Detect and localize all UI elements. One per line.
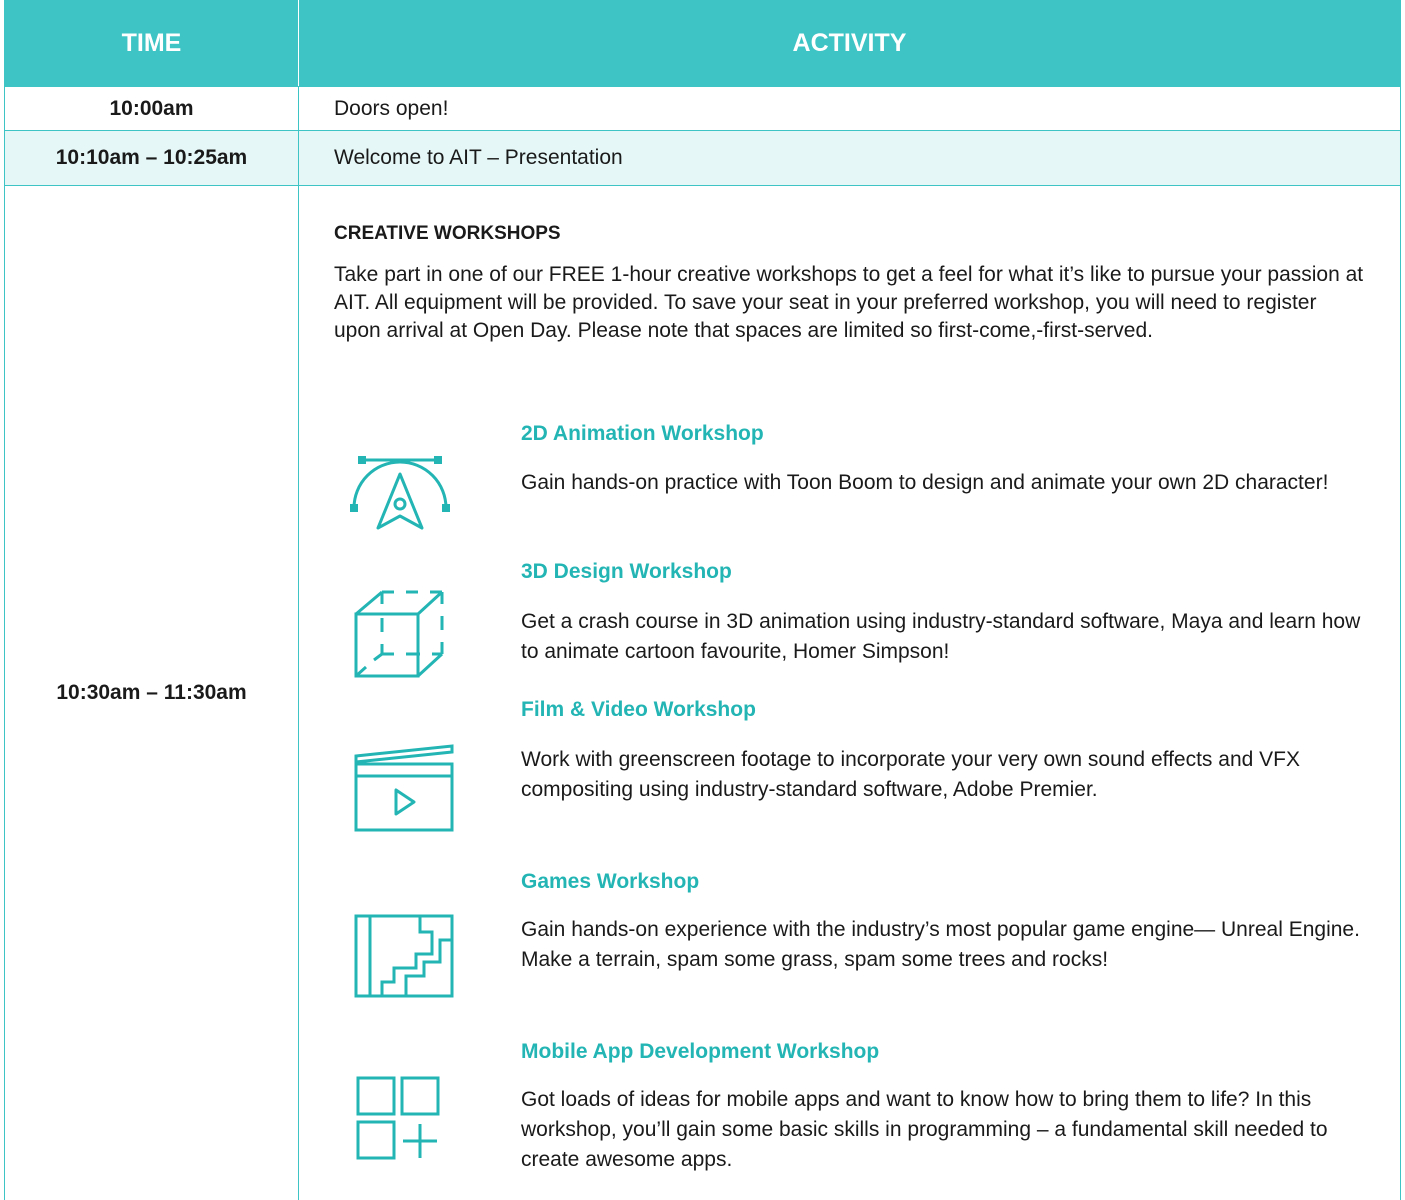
app-grid-icon bbox=[344, 1072, 456, 1164]
table-row: 10:30am – 11:30am CREATIVE WORKSHOPS Tak… bbox=[5, 186, 1400, 1200]
time-cell: 10:10am – 10:25am bbox=[5, 131, 299, 185]
time-text: 10:30am – 11:30am bbox=[56, 681, 247, 704]
game-map-icon bbox=[344, 914, 456, 998]
activity-cell: Doors open! bbox=[299, 87, 1400, 130]
activity-cell: Welcome to AIT – Presentation bbox=[299, 131, 1400, 185]
workshops-intro: Take part in one of our FREE 1-hour crea… bbox=[334, 263, 1364, 342]
schedule-table: TIME ACTIVITY 10:00am Doors open! 10:10a… bbox=[4, 0, 1401, 1200]
workshop-title-film-video: Film & Video Workshop bbox=[521, 698, 756, 721]
workshop-description-film-video: Work with greenscreen footage to incorpo… bbox=[521, 748, 1300, 801]
table-row: 10:10am – 10:25am Welcome to AIT – Prese… bbox=[5, 131, 1400, 186]
table-header: TIME ACTIVITY bbox=[5, 0, 1400, 87]
cube-icon bbox=[344, 588, 456, 680]
workshop-title-games: Games Workshop bbox=[521, 870, 700, 893]
workshop-title-mobile-app: Mobile App Development Workshop bbox=[521, 1040, 880, 1063]
bezier-pen-icon bbox=[344, 454, 456, 534]
workshop-description-2d-animation: Gain hands-on practice with Toon Boom to… bbox=[521, 471, 1329, 494]
time-cell: 10:30am – 11:30am bbox=[5, 186, 299, 1200]
workshops-section-title: CREATIVE WORKSHOPS bbox=[334, 223, 561, 244]
header-time-label: TIME bbox=[121, 28, 182, 57]
workshop-description-3d-design: Get a crash course in 3D animation using… bbox=[521, 610, 1361, 663]
clapperboard-icon bbox=[344, 742, 456, 834]
table-row: 10:00am Doors open! bbox=[5, 87, 1400, 131]
activity-text: Doors open! bbox=[334, 96, 449, 120]
workshop-title-2d-animation: 2D Animation Workshop bbox=[521, 422, 764, 445]
header-time-cell: TIME bbox=[5, 0, 299, 86]
header-activity-cell: ACTIVITY bbox=[299, 0, 1400, 86]
header-activity-label: ACTIVITY bbox=[792, 28, 907, 57]
workshop-description-mobile-app: Got loads of ideas for mobile apps and w… bbox=[521, 1088, 1328, 1171]
workshops-cell: CREATIVE WORKSHOPS Take part in one of o… bbox=[299, 186, 1400, 1200]
time-text: 10:00am bbox=[109, 96, 194, 120]
workshop-title-3d-design: 3D Design Workshop bbox=[521, 560, 732, 583]
activity-text: Welcome to AIT – Presentation bbox=[334, 146, 623, 169]
workshop-description-games: Gain hands-on experience with the indust… bbox=[521, 918, 1360, 971]
time-cell: 10:00am bbox=[5, 87, 299, 130]
time-text: 10:10am – 10:25am bbox=[55, 146, 248, 169]
